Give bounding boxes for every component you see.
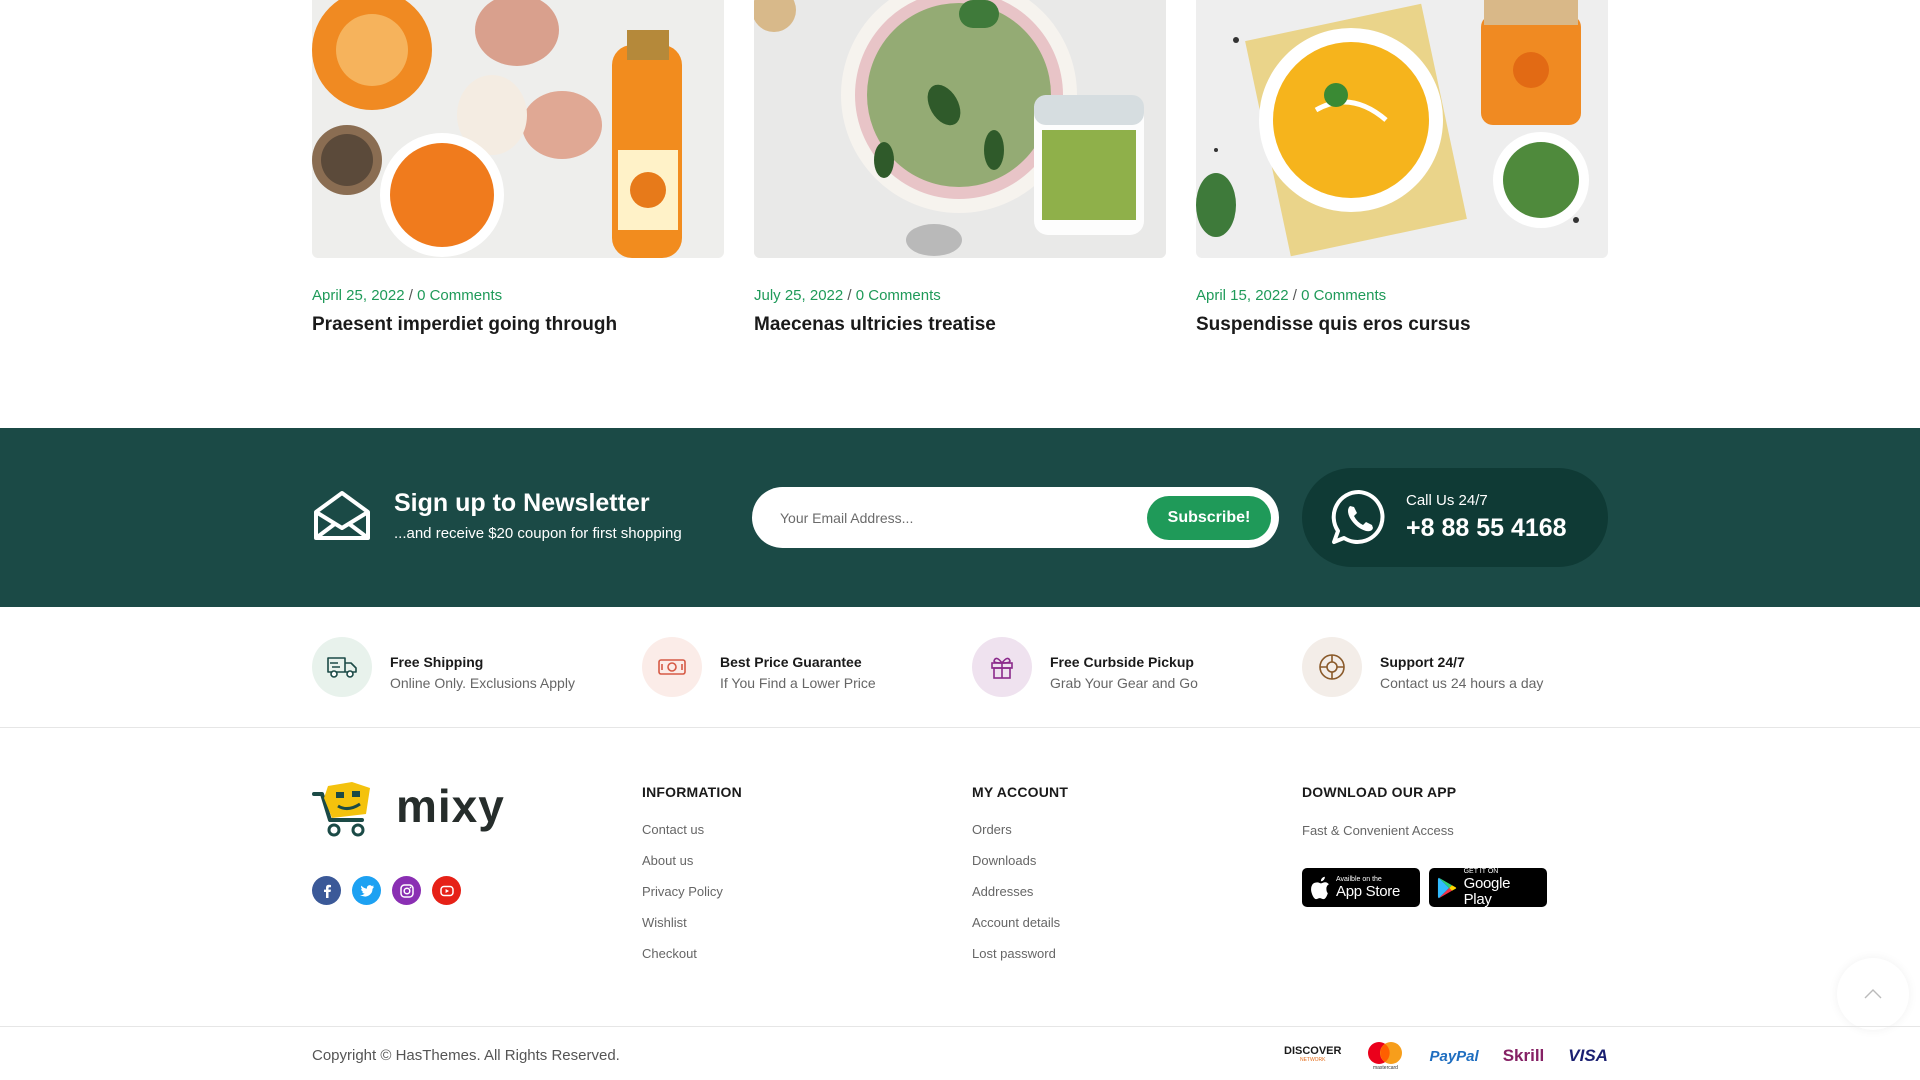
- whatsapp-icon: [1331, 489, 1385, 544]
- post-date[interactable]: April 15, 2022: [1196, 287, 1289, 304]
- column-heading: MY ACCOUNT: [972, 784, 1069, 800]
- account-links: Orders Downloads Addresses Account detai…: [972, 822, 1068, 977]
- newsletter-subtitle: ...and receive $20 coupon for first shop…: [394, 525, 682, 542]
- post-date[interactable]: April 25, 2022: [312, 287, 405, 304]
- newsletter-form: Subscribe!: [752, 487, 1279, 548]
- site-logo[interactable]: mixy: [312, 780, 512, 838]
- feature-title: Support 24/7: [1380, 654, 1465, 670]
- account-column: MY ACCOUNT Orders Downloads Addresses Ac…: [972, 784, 1068, 977]
- app-badges: Availble on the App Store GET IT ON Goog…: [1302, 868, 1547, 907]
- call-label: Call Us 24/7: [1406, 492, 1488, 509]
- visa-logo: VISA: [1568, 1046, 1608, 1065]
- column-heading: INFORMATION: [642, 784, 742, 800]
- mastercard-text: mastercard: [1372, 1065, 1398, 1071]
- call-us-box[interactable]: Call Us 24/7 +8 88 55 4168: [1302, 468, 1608, 567]
- column-heading: DOWNLOAD OUR APP: [1302, 784, 1457, 800]
- footer-link-about[interactable]: About us: [642, 853, 742, 884]
- payment-methods: DISCOVER NETWORK mastercard PayPal Skril…: [1284, 1040, 1608, 1072]
- meta-separator: /: [1292, 287, 1297, 304]
- discover-logo: DISCOVER NETWORK: [1284, 1045, 1342, 1065]
- social-links: [312, 876, 461, 905]
- call-number[interactable]: +8 88 55 4168: [1406, 514, 1567, 543]
- footer-link-wishlist[interactable]: Wishlist: [642, 915, 742, 946]
- badge-big-text: App Store: [1336, 882, 1401, 900]
- post-comments[interactable]: 0 Comments: [417, 287, 502, 304]
- logo-text: mixy: [396, 780, 505, 832]
- blog-card[interactable]: April 15, 2022 / 0 Comments Suspendisse …: [1196, 0, 1608, 336]
- envelope-open-icon: [314, 491, 370, 540]
- email-input[interactable]: [780, 505, 1120, 531]
- features-bar: Free Shipping Online Only. Exclusions Ap…: [312, 607, 1608, 727]
- google-play-button[interactable]: GET IT ON Google Play: [1429, 868, 1547, 907]
- chevron-up-icon: [1864, 989, 1882, 999]
- pumpkin-soup-photo: [1196, 0, 1608, 258]
- discover-text: DISCOVER: [1284, 1045, 1342, 1057]
- newsletter-inner: Sign up to Newsletter ...and receive $20…: [312, 428, 1608, 607]
- newsletter-section: Sign up to Newsletter ...and receive $20…: [0, 428, 1920, 607]
- gift-icon: [972, 637, 1032, 697]
- footer-link-account-details[interactable]: Account details: [972, 915, 1068, 946]
- google-play-icon: [1437, 877, 1457, 898]
- footer-link-addresses[interactable]: Addresses: [972, 884, 1068, 915]
- footer-link-privacy[interactable]: Privacy Policy: [642, 884, 742, 915]
- meta-separator: /: [847, 287, 852, 304]
- post-title[interactable]: Maecenas ultricies treatise: [754, 314, 1166, 336]
- post-meta: July 25, 2022 / 0 Comments: [754, 287, 1166, 304]
- instagram-icon[interactable]: [392, 876, 421, 905]
- footer: mixy INFORMATION Contact us About us Pri…: [312, 728, 1608, 1026]
- money-icon: [642, 637, 702, 697]
- mastercard-logo: mastercard: [1365, 1041, 1405, 1071]
- zucchini-soup-photo: [754, 0, 1166, 258]
- post-date[interactable]: July 25, 2022: [754, 287, 843, 304]
- divider: [0, 1026, 1920, 1027]
- facebook-icon[interactable]: [312, 876, 341, 905]
- youtube-icon[interactable]: [432, 876, 461, 905]
- page: April 25, 2022 / 0 Comments Praesent imp…: [0, 0, 1920, 1080]
- footer-link-checkout[interactable]: Checkout: [642, 946, 742, 977]
- footer-link-contact[interactable]: Contact us: [642, 822, 742, 853]
- skrill-logo: Skrill: [1502, 1046, 1545, 1065]
- badge-big-text: Google Play: [1463, 874, 1511, 908]
- app-column: DOWNLOAD OUR APP Fast & Convenient Acces…: [1302, 784, 1547, 907]
- information-links: Contact us About us Privacy Policy Wishl…: [642, 822, 742, 977]
- lifebuoy-icon: [1302, 637, 1362, 697]
- feature-subtitle: If You Find a Lower Price: [720, 675, 876, 691]
- app-subtitle: Fast & Convenient Access: [1302, 823, 1454, 838]
- paypal-logo: PayPal: [1429, 1047, 1479, 1065]
- post-title[interactable]: Suspendisse quis eros cursus: [1196, 314, 1608, 336]
- pumpkin-juice-photo: [312, 0, 724, 258]
- feature-subtitle: Online Only. Exclusions Apply: [390, 675, 575, 691]
- apple-icon: [1311, 876, 1329, 899]
- footer-link-downloads[interactable]: Downloads: [972, 853, 1068, 884]
- feature-subtitle: Grab Your Gear and Go: [1050, 675, 1198, 691]
- copyright-text: Copyright © HasThemes. All Rights Reserv…: [312, 1047, 620, 1064]
- truck-icon: [312, 637, 372, 697]
- post-meta: April 25, 2022 / 0 Comments: [312, 287, 724, 304]
- feature-subtitle: Contact us 24 hours a day: [1380, 675, 1544, 691]
- blog-image-pumpkin-soup[interactable]: [1196, 0, 1608, 258]
- blog-card[interactable]: July 25, 2022 / 0 Comments Maecenas ultr…: [754, 0, 1166, 336]
- post-meta: April 15, 2022 / 0 Comments: [1196, 287, 1608, 304]
- blog-posts: April 25, 2022 / 0 Comments Praesent imp…: [312, 0, 1608, 336]
- app-store-button[interactable]: Availble on the App Store: [1302, 868, 1420, 907]
- discover-sub-text: NETWORK: [1299, 1057, 1326, 1063]
- blog-image-zucchini-soup[interactable]: [754, 0, 1166, 258]
- information-column: INFORMATION Contact us About us Privacy …: [642, 784, 742, 977]
- blog-image-pumpkin-juice[interactable]: [312, 0, 724, 258]
- subscribe-button[interactable]: Subscribe!: [1147, 496, 1271, 540]
- post-comments[interactable]: 0 Comments: [1301, 287, 1386, 304]
- meta-separator: /: [408, 287, 413, 304]
- feature-title: Best Price Guarantee: [720, 654, 862, 670]
- footer-link-orders[interactable]: Orders: [972, 822, 1068, 853]
- feature-title: Free Curbside Pickup: [1050, 654, 1194, 670]
- newsletter-title: Sign up to Newsletter: [394, 489, 650, 517]
- post-title[interactable]: Praesent imperdiet going through: [312, 314, 724, 336]
- footer-link-lost-password[interactable]: Lost password: [972, 946, 1068, 977]
- scroll-to-top-button[interactable]: [1837, 958, 1909, 1030]
- post-comments[interactable]: 0 Comments: [856, 287, 941, 304]
- mastercard-icon: [1368, 1042, 1403, 1064]
- blog-card[interactable]: April 25, 2022 / 0 Comments Praesent imp…: [312, 0, 724, 336]
- twitter-icon[interactable]: [352, 876, 381, 905]
- feature-title: Free Shipping: [390, 654, 484, 670]
